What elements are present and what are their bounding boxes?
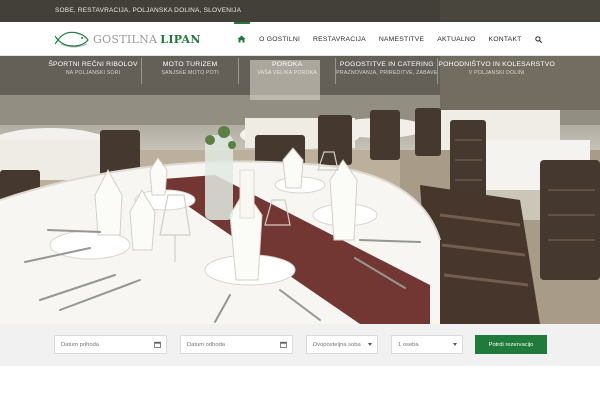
feature-poroka[interactable]: POROKA VAŠA VELIKA POROKA	[239, 58, 337, 84]
nav-item-aktualno[interactable]: AKTUALNO	[431, 22, 482, 56]
search-icon	[534, 35, 542, 43]
nav-label: RESTAVRACIJA	[313, 35, 366, 43]
departure-date-placeholder: Datum odhoda	[187, 341, 226, 348]
room-type-select[interactable]: Dvoposteljna soba	[306, 335, 378, 354]
feature-links: ŠPORTNI REČNI RIBOLOV NA POLJANSKI SORI …	[45, 58, 555, 84]
nav-label: O GOSTILNI	[259, 35, 301, 43]
feature-catering[interactable]: POGOSTITVE IN CATERING PRAZNOVANJA, PRIR…	[336, 58, 439, 84]
calendar-icon	[280, 341, 287, 348]
feature-title: POHODNIŠTVO IN KOLESARSTVO	[438, 61, 555, 68]
feature-moto-turizem[interactable]: MOTO TURIZEM SANJSKE MOTO POTI	[142, 58, 240, 84]
chevron-down-icon	[368, 343, 372, 346]
feature-subtitle: V POLJANSKI DOLINI	[468, 70, 525, 76]
logo-text-gostilna: GOSTILNA	[93, 32, 158, 46]
confirm-reservation-button[interactable]: Potrdi rezervacijo	[475, 335, 547, 354]
booking-bar: Datum prihoda Datum odhoda Dvoposteljna …	[0, 324, 600, 366]
nav-home[interactable]	[231, 22, 253, 56]
feature-title: POGOSTITVE IN CATERING	[339, 61, 434, 68]
nav-item-o-gostilni[interactable]: O GOSTILNI	[253, 22, 307, 56]
feature-subtitle: VAŠA VELIKA POROKA	[257, 70, 318, 76]
feature-subtitle: SANJSKE MOTO POTI	[161, 70, 219, 76]
fish-logo-icon	[55, 31, 89, 48]
arrival-date-field[interactable]: Datum prihoda	[54, 335, 167, 354]
nav-search[interactable]	[528, 22, 548, 56]
chevron-down-icon	[453, 343, 457, 346]
home-icon	[237, 35, 246, 43]
nav-label: KONTAKT	[488, 35, 522, 43]
nav-label: NAMESTITVE	[378, 35, 425, 43]
nav-item-kontakt[interactable]: KONTAKT	[482, 22, 528, 56]
nav-item-namestitve[interactable]: NAMESTITVE	[372, 22, 430, 56]
guests-value: 1 oseba	[398, 341, 419, 348]
top-info-bar: SOBE, RESTAVRACIJA, POLJANSKA DOLINA, SL…	[0, 0, 600, 22]
feature-ribolov[interactable]: ŠPORTNI REČNI RIBOLOV NA POLJANSKI SORI	[45, 58, 143, 84]
site-logo[interactable]: GOSTILNA LIPAN	[55, 26, 201, 52]
page-bottom-area	[0, 366, 600, 400]
page: SOBE, RESTAVRACIJA, POLJANSKA DOLINA, SL…	[0, 0, 600, 400]
arrival-date-placeholder: Datum prihoda	[61, 341, 100, 348]
nav-label: AKTUALNO	[437, 35, 476, 43]
logo-text-lipan: LIPAN	[160, 32, 201, 46]
room-type-value: Dvoposteljna soba	[313, 341, 361, 348]
feature-title: POROKA	[272, 61, 303, 68]
feature-subtitle: PRAZNOVANJA, PRIREDITVE, ZABAVE	[336, 70, 438, 76]
guests-select[interactable]: 1 oseba	[391, 335, 463, 354]
calendar-icon	[154, 341, 161, 348]
feature-pohodnistvo[interactable]: POHODNIŠTVO IN KOLESARSTVO V POLJANSKI D…	[438, 58, 555, 84]
topbar-text: SOBE, RESTAVRACIJA, POLJANSKA DOLINA, SL…	[55, 7, 242, 14]
main-nav: O GOSTILNI RESTAVRACIJA NAMESTITVE AKTUA…	[231, 22, 548, 56]
feature-title: MOTO TURIZEM	[162, 61, 218, 68]
feature-subtitle: NA POLJANSKI SORI	[65, 70, 121, 76]
site-header: GOSTILNA LIPAN O GOSTILNI RESTAVRACIJA N…	[0, 22, 600, 56]
departure-date-field[interactable]: Datum odhoda	[180, 335, 293, 354]
feature-title: ŠPORTNI REČNI RIBOLOV	[48, 61, 138, 68]
nav-item-restavracija[interactable]: RESTAVRACIJA	[307, 22, 373, 56]
